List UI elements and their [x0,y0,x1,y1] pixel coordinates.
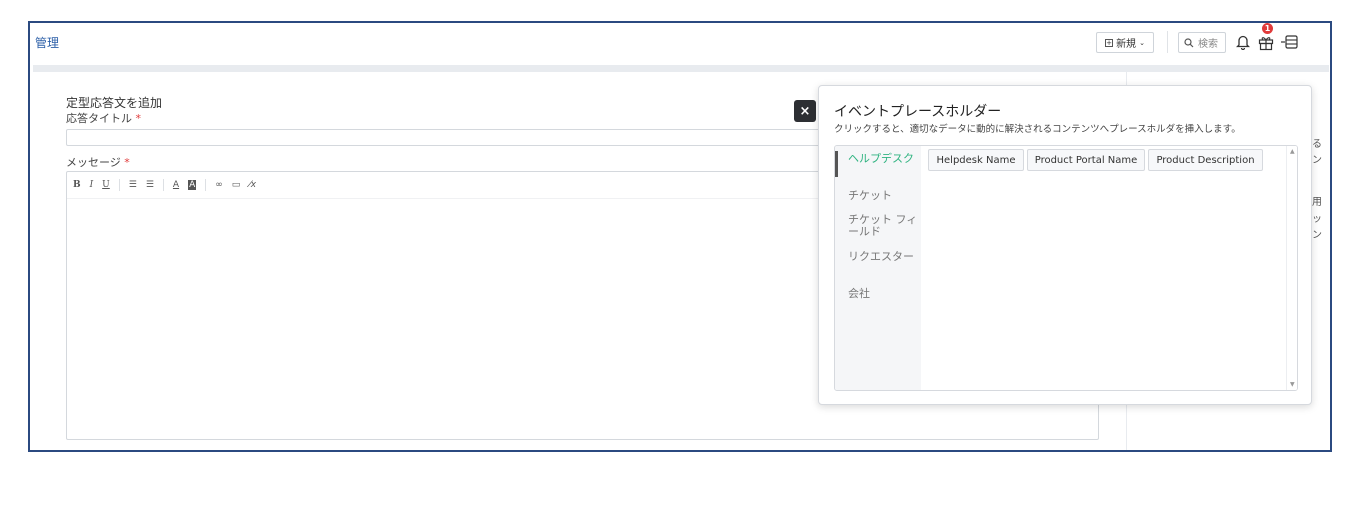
right-text-fragment: る [1312,139,1322,150]
active-indicator [835,151,838,177]
scrollbar[interactable]: ▲ ▼ [1286,146,1297,390]
right-text-fragment: ン [1312,230,1322,241]
category-nav: ヘルプデスク チケット チケット フィールド リクエスター 会社 [835,146,921,390]
form-title: 定型応答文を追加 [66,96,163,110]
bullet-list-icon[interactable]: ☰ [129,180,137,190]
bold-button[interactable]: B [73,180,81,190]
toolbar-separator [205,179,207,191]
breadcrumb[interactable]: 管理 [35,34,59,51]
stack-icon [1281,35,1298,49]
search-placeholder: 検索 [1198,39,1218,50]
underline-button[interactable]: U [102,180,110,190]
right-text-fragment: 用 [1312,197,1322,208]
nav-item-ticket[interactable]: チケット [848,190,918,202]
close-button[interactable]: × [794,100,816,122]
popover-title: イベントプレースホルダー [834,104,1002,120]
popover-body: ヘルプデスク チケット チケット フィールド リクエスター 会社 Helpdes… [834,145,1298,391]
divider [1167,31,1168,53]
notifications-button[interactable] [1233,31,1253,53]
message-label: メッセージ * [66,156,130,169]
header-divider-strip [33,65,1329,72]
placeholder-chip[interactable]: Product Description [1148,149,1263,171]
toolbar-separator [162,179,164,191]
clear-format-icon[interactable]: ⁄x [249,180,256,190]
background-color-icon[interactable]: A [188,180,197,190]
new-button[interactable]: + 新規 ⌄ [1096,32,1154,53]
notification-badge: 1 [1262,23,1273,34]
right-text-fragment: ッ [1312,214,1322,225]
placeholder-popover: イベントプレースホルダー クリックすると、適切なデータに動的に解決されるコンテン… [818,85,1312,405]
search-box[interactable]: 検索 [1178,32,1226,53]
required-mark: * [124,156,130,169]
bell-icon [1236,35,1250,50]
scroll-down-icon[interactable]: ▼ [1290,381,1295,388]
link-icon[interactable]: ∞ [215,180,223,190]
image-icon[interactable]: ▭ [232,180,241,190]
gift-button[interactable] [1256,31,1276,53]
nav-item-company[interactable]: 会社 [848,288,918,300]
toolbar-separator [118,179,120,191]
apps-button[interactable] [1280,31,1300,53]
popover-subtitle: クリックすると、適切なデータに動的に解決されるコンテンツへプレースホルダを挿入し… [834,124,1241,135]
app-window: 管理 + 新規 ⌄ 検索 1 定型応答文を追加 応答タイトル * メッセージ *… [28,21,1332,452]
right-text-fragment: ン [1312,155,1322,166]
new-button-label: 新規 [1116,39,1137,50]
scroll-up-icon[interactable]: ▲ [1290,148,1295,155]
plus-box-icon: + [1105,38,1114,47]
response-title-label: 応答タイトル * [66,112,142,125]
top-bar: 管理 + 新規 ⌄ 検索 1 [30,23,1330,63]
placeholder-list: Helpdesk Name Product Portal Name Produc… [921,146,1297,390]
italic-button[interactable]: I [90,180,94,190]
numbered-list-icon[interactable]: ☰ [146,180,154,190]
text-color-icon[interactable]: A [173,180,179,190]
nav-item-requester[interactable]: リクエスター [848,251,918,263]
nav-item-ticket-fields[interactable]: チケット フィールド [848,214,918,238]
placeholder-chip[interactable]: Product Portal Name [1027,149,1145,171]
search-icon [1184,37,1194,47]
required-mark: * [135,112,142,125]
gift-icon [1258,36,1274,50]
chevron-down-icon: ⌄ [1139,38,1145,47]
nav-item-helpdesk[interactable]: ヘルプデスク [848,153,918,165]
placeholder-chip[interactable]: Helpdesk Name [928,149,1024,171]
